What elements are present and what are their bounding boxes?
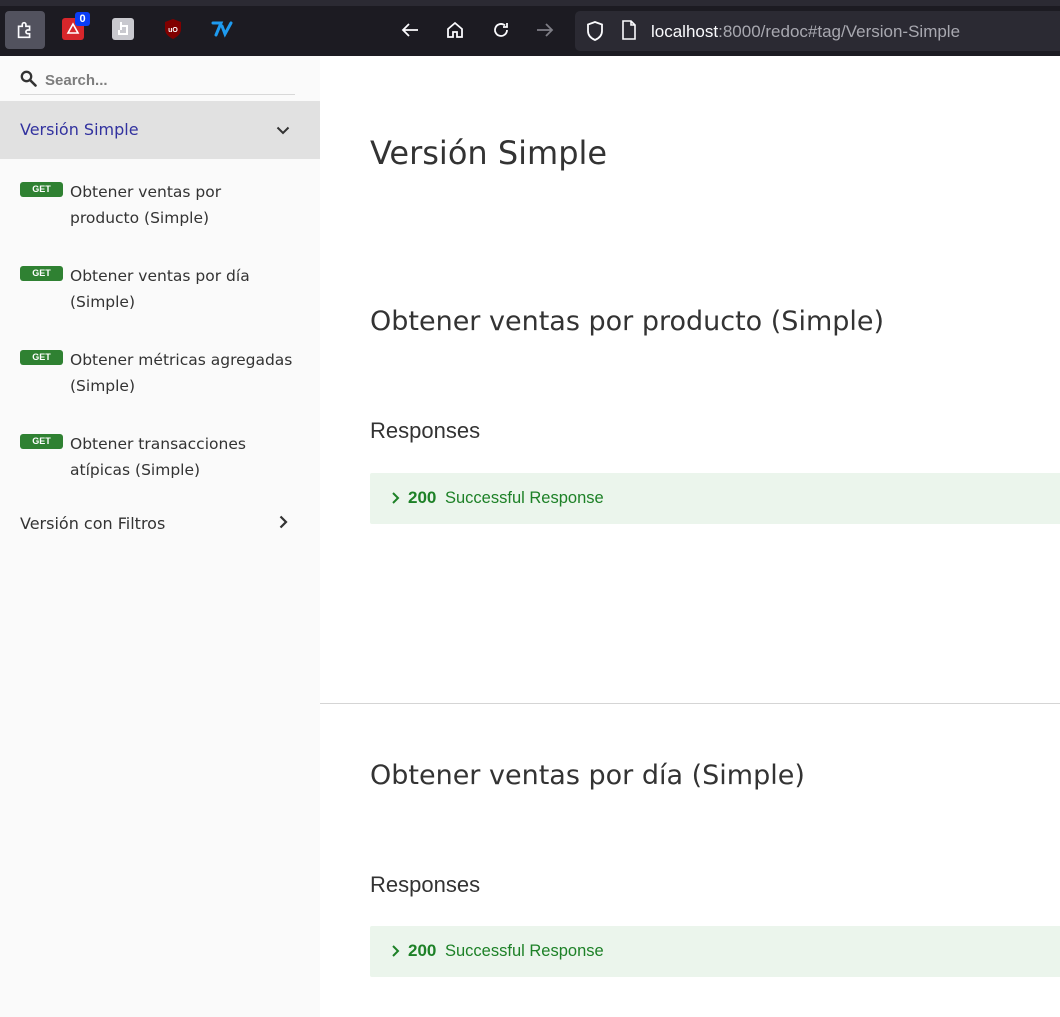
search-input[interactable] (45, 68, 290, 92)
sidebar-item-transacciones-atipicas[interactable]: GET Obtener transacciones atípicas (Simp… (0, 431, 320, 503)
back-button[interactable] (398, 18, 422, 42)
extension-button-red[interactable]: 0 (62, 12, 90, 40)
sidebar-item-ventas-producto[interactable]: GET Obtener ventas por producto (Simple) (0, 179, 320, 251)
sidebar-item-label: Obtener transacciones atípicas (Simple) (70, 435, 246, 479)
responses-heading: Responses (370, 418, 481, 443)
page-icon[interactable] (621, 20, 637, 40)
sidebar-group-label: Versión Simple (20, 120, 139, 139)
chevron-right-icon (392, 492, 400, 504)
sidebar: Versión Simple GET Obtener ventas por pr… (0, 56, 320, 1017)
url-text[interactable]: localhost:8000/redoc#tag/Version-Simple (651, 22, 960, 42)
response-200-toggle[interactable]: 200 Successful Response (370, 473, 1060, 524)
reload-button[interactable] (489, 18, 513, 42)
sidebar-group-version-simple[interactable]: Versión Simple (0, 101, 320, 159)
extension-button-gray[interactable] (112, 18, 134, 40)
sidebar-item-label: Obtener ventas por producto (Simple) (70, 183, 222, 227)
operation-title: Obtener ventas por día (Simple) (370, 760, 805, 791)
ublock-button[interactable]: uO (162, 18, 184, 40)
responses-heading: Responses (370, 872, 481, 897)
sidebar-item-label: Obtener métricas agregadas (Simple) (70, 351, 293, 395)
svg-text:uO: uO (168, 27, 178, 34)
sidebar-item-metricas-agregadas[interactable]: GET Obtener métricas agregadas (Simple) (0, 347, 320, 419)
arrow-right-icon (537, 23, 554, 37)
search-icon (20, 70, 37, 87)
extension-button-blue[interactable] (211, 18, 233, 40)
reload-icon (494, 23, 508, 37)
browser-toolbar: 0 uO localhost:8000/redoc#tag/Version-Si… (0, 0, 1060, 56)
extensions-button[interactable] (5, 11, 45, 49)
hand-pointer-icon (118, 22, 128, 35)
sidebar-item-ventas-dia[interactable]: GET Obtener ventas por día (Simple) (0, 263, 320, 335)
home-icon (447, 21, 463, 38)
forward-button[interactable] (533, 18, 557, 42)
response-code: 200 (408, 941, 437, 960)
chevron-right-icon (392, 945, 400, 957)
arrow-left-icon (401, 23, 418, 37)
puzzle-icon (17, 21, 31, 39)
response-description: Successful Response (445, 942, 604, 960)
extension-blue-icon (211, 21, 233, 38)
search-box (20, 66, 295, 95)
section-divider (320, 703, 1060, 704)
operation-title: Obtener ventas por producto (Simple) (370, 306, 885, 337)
chevron-right-icon (279, 515, 288, 529)
url-bar[interactable]: localhost:8000/redoc#tag/Version-Simple (575, 11, 1060, 51)
response-200-toggle[interactable]: 200 Successful Response (370, 926, 1060, 977)
get-method-badge: GET (20, 350, 63, 365)
home-button[interactable] (443, 18, 467, 42)
sidebar-group-label: Versión con Filtros (20, 514, 166, 533)
get-method-badge: GET (20, 266, 63, 281)
sidebar-item-label: Obtener ventas por día (Simple) (70, 267, 250, 311)
url-host: localhost (651, 22, 719, 41)
tag-title: Versión Simple (370, 134, 608, 172)
sidebar-group-version-filtros[interactable]: Versión con Filtros (0, 506, 320, 546)
extension-badge: 0 (75, 12, 90, 26)
ublock-shield-icon: uO (165, 19, 181, 39)
url-path: :8000/redoc#tag/Version-Simple (718, 22, 961, 41)
shield-icon[interactable] (585, 20, 605, 42)
main-content: Versión Simple Obtener ventas por produc… (320, 56, 1060, 1017)
chevron-down-icon (276, 126, 290, 135)
get-method-badge: GET (20, 434, 63, 449)
response-code: 200 (408, 488, 437, 507)
get-method-badge: GET (20, 182, 63, 197)
response-description: Successful Response (445, 489, 604, 507)
